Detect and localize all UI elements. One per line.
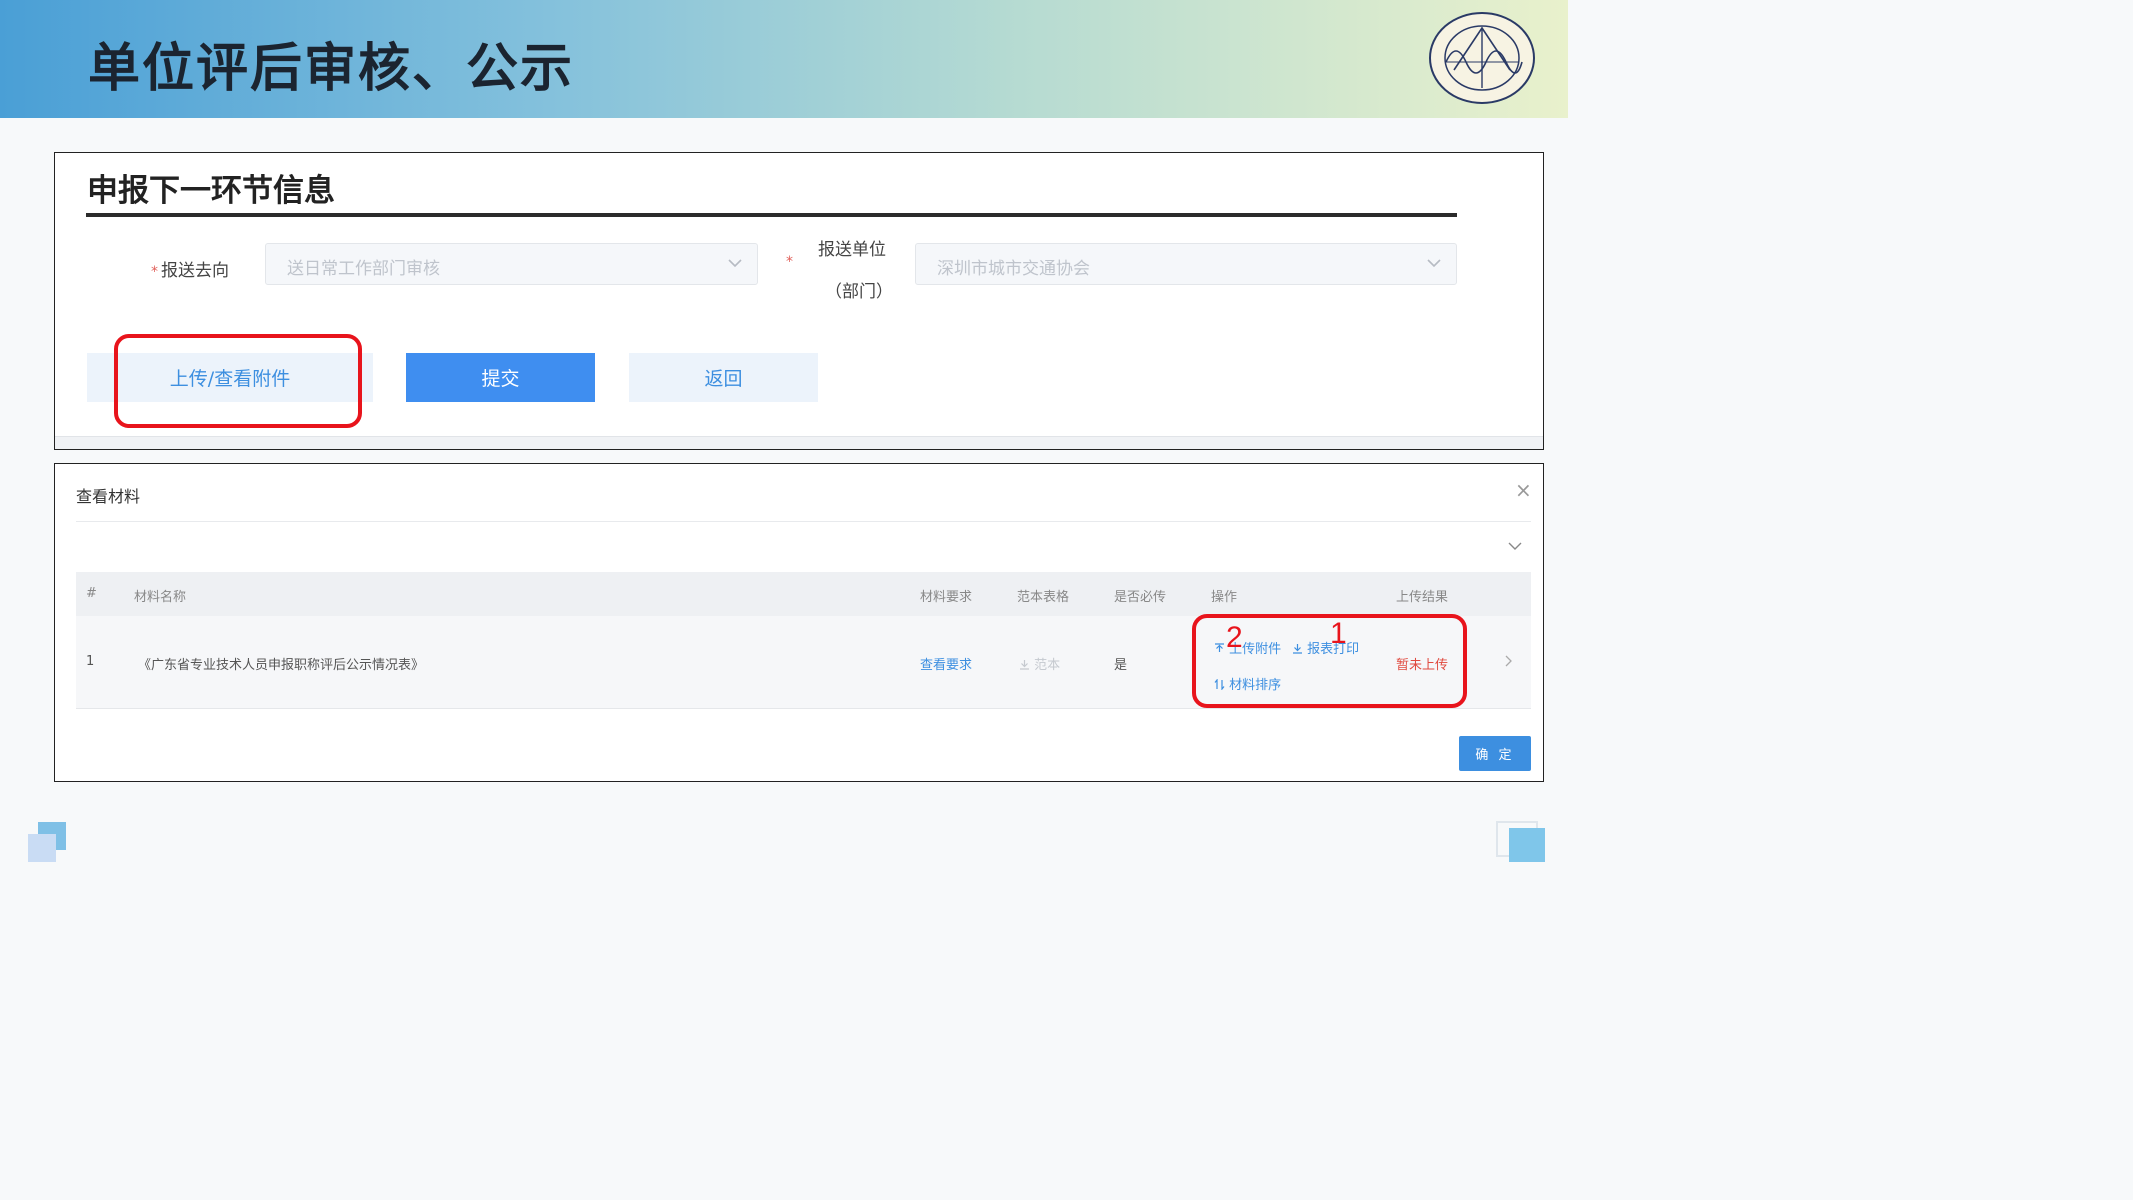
close-icon[interactable]: × (1515, 478, 1532, 502)
slide-title: 单位评后审核、公示 (88, 39, 575, 99)
column-header-index: # (86, 586, 97, 601)
column-header-requirement: 材料要求 (920, 590, 973, 605)
column-header-template: 范本表格 (1017, 590, 1070, 605)
dialog-title: 查看材料 (76, 487, 141, 506)
send-unit-select[interactable]: 深圳市城市交通协会 (915, 243, 1457, 285)
send-unit-value: 深圳市城市交通协会 (937, 259, 1090, 279)
send-unit-label: 报送单位 (818, 240, 886, 260)
dialog-divider (76, 521, 1531, 522)
column-header-required: 是否必传 (1114, 590, 1167, 605)
chevron-right-icon[interactable] (1504, 655, 1512, 667)
title-divider (86, 213, 1457, 217)
template-download[interactable]: 范本 (1019, 654, 1060, 673)
chevron-down-icon (1427, 259, 1441, 268)
table-header: # 材料名称 材料要求 范本表格 是否必传 操作 上传结果 (76, 572, 1531, 616)
annotation-number-2: 2 (1226, 621, 1243, 654)
column-header-operations: 操作 (1211, 590, 1238, 605)
association-logo-icon (1429, 12, 1535, 104)
required-value: 是 (1114, 658, 1128, 673)
chevron-down-icon[interactable] (1507, 539, 1523, 553)
view-requirement-link[interactable]: 查看要求 (920, 654, 972, 673)
panel-title: 申报下一环节信息 (87, 173, 335, 209)
chevron-down-icon (728, 259, 742, 268)
back-button[interactable]: 返回 (629, 353, 818, 402)
annotation-number-1: 1 (1330, 617, 1347, 650)
download-icon (1020, 660, 1029, 670)
send-direction-value: 送日常工作部门审核 (287, 259, 440, 279)
send-direction-label-text: 报送去向 (161, 261, 229, 281)
send-unit-label-sub: （部门） (825, 282, 893, 302)
column-header-result: 上传结果 (1396, 590, 1449, 605)
row-index: 1 (86, 654, 95, 669)
decor-squares-icon (1496, 821, 1545, 862)
send-direction-select[interactable]: 送日常工作部门审核 (265, 243, 758, 285)
column-header-name: 材料名称 (134, 590, 187, 605)
submit-button[interactable]: 提交 (406, 353, 595, 402)
send-direction-label: * 报送去向 (151, 256, 229, 281)
panel-footer-strip (55, 436, 1543, 449)
required-mark: * (786, 254, 793, 270)
required-mark: * (151, 264, 158, 280)
confirm-button[interactable]: 确 定 (1459, 736, 1531, 771)
annotation-highlight-upload-button (114, 334, 362, 428)
template-label: 范本 (1034, 658, 1061, 673)
decor-squares-icon (28, 822, 66, 862)
material-name: 《广东省专业技术人员申报职称评后公示情况表》 (138, 658, 425, 673)
